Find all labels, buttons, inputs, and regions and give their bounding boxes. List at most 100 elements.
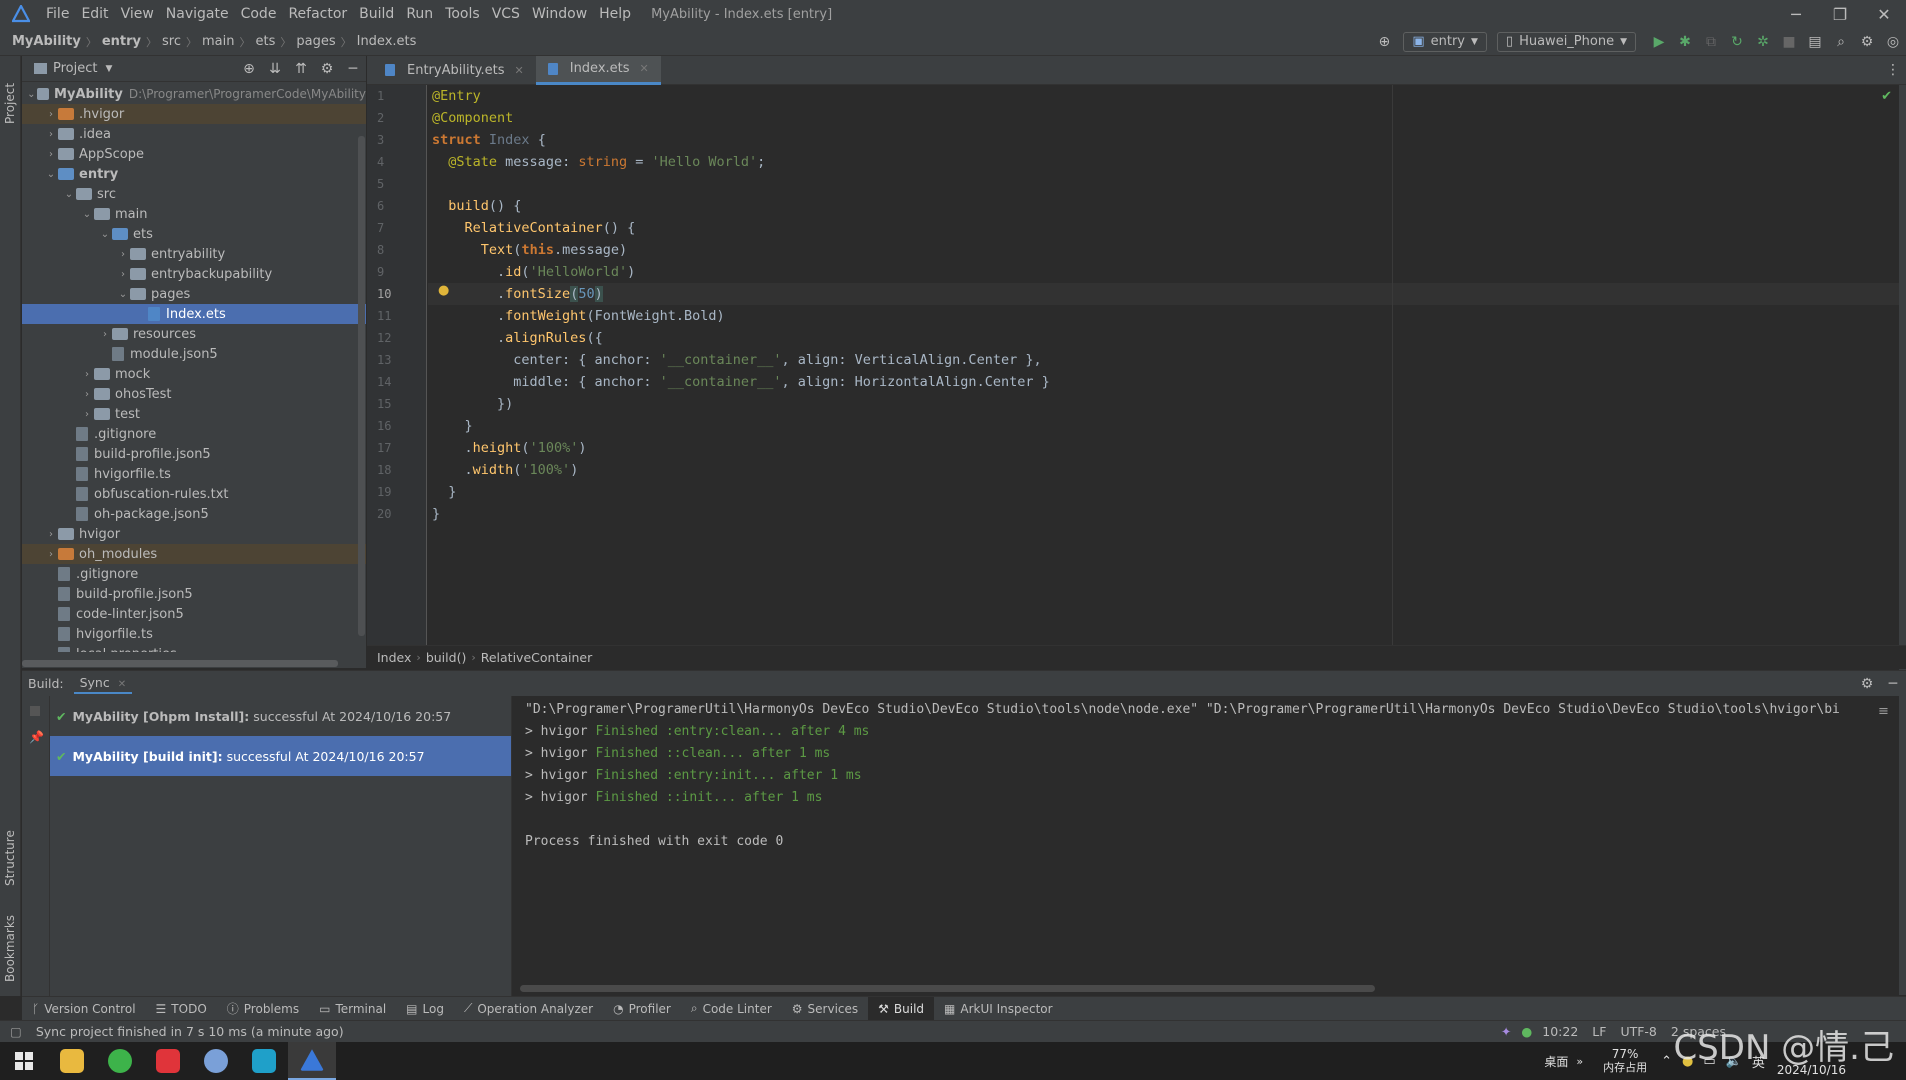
menu-navigate[interactable]: Navigate bbox=[160, 0, 235, 28]
project-tree-item[interactable]: › oh_modules bbox=[22, 544, 366, 564]
inspection-ok-icon[interactable]: ✔ bbox=[1881, 89, 1892, 104]
memory-indicator[interactable]: 77% 内存占用 bbox=[1603, 1047, 1647, 1075]
editor-tab[interactable]: Index.ets ✕ bbox=[535, 55, 661, 85]
build-console[interactable]: "D:\Programer\ProgramerUtil\HarmonyOs De… bbox=[513, 696, 1876, 996]
menu-window[interactable]: Window bbox=[526, 0, 593, 28]
hide-panel-icon[interactable]: ─ bbox=[340, 61, 366, 77]
menu-view[interactable]: View bbox=[115, 0, 160, 28]
stop-icon[interactable] bbox=[30, 706, 40, 716]
build-result-item[interactable]: ✔ MyAbility [Ohpm Install]: successful At … bbox=[50, 696, 511, 736]
project-tree-item[interactable]: › entrybackupability bbox=[22, 264, 366, 284]
debug-icon[interactable]: ✱ bbox=[1672, 34, 1698, 50]
breadcrumb-item[interactable]: MyAbility bbox=[12, 34, 81, 49]
locate-icon[interactable]: ⊕ bbox=[236, 61, 262, 77]
project-tree-item[interactable]: code-linter.json5 bbox=[22, 604, 366, 624]
tab-sync[interactable]: Sync ✕ bbox=[73, 673, 133, 694]
project-tree-item[interactable]: local.properties bbox=[22, 644, 366, 652]
close-icon[interactable]: ✕ bbox=[1862, 5, 1906, 24]
device-manager-icon[interactable]: ▤ bbox=[1802, 34, 1828, 50]
project-tree-item[interactable]: .gitignore bbox=[22, 424, 366, 444]
module-select[interactable]: ▣ entry ▼ bbox=[1403, 31, 1487, 52]
chevron-right-icon[interactable]: › bbox=[44, 129, 58, 140]
breadcrumb-item[interactable]: main bbox=[202, 34, 234, 49]
minimize-icon[interactable]: ─ bbox=[1774, 5, 1818, 24]
project-tree-item[interactable]: › ohosTest bbox=[22, 384, 366, 404]
run-icon[interactable]: ▶ bbox=[1646, 34, 1672, 50]
chevron-down-icon[interactable]: ⌄ bbox=[26, 89, 37, 100]
project-tool-button[interactable]: Project bbox=[3, 64, 17, 124]
chevron-right-icon[interactable]: › bbox=[44, 549, 58, 560]
menu-build[interactable]: Build bbox=[353, 0, 400, 28]
project-tree-item[interactable]: obfuscation-rules.txt bbox=[22, 484, 366, 504]
pin-icon[interactable]: 📌 bbox=[29, 730, 49, 744]
project-tree-item[interactable]: › resources bbox=[22, 324, 366, 344]
windows-start-button[interactable] bbox=[0, 1042, 48, 1080]
more-vertical-icon[interactable]: ⋮ bbox=[1880, 62, 1906, 78]
tool-window-build[interactable]: ⚒ Build bbox=[868, 996, 935, 1021]
chevron-right-icon[interactable]: » bbox=[1576, 1055, 1583, 1068]
project-tree-item[interactable]: ⌄ MyAbility D:\Programer\ProgramerCode\MyA… bbox=[22, 84, 366, 104]
menu-help[interactable]: Help bbox=[593, 0, 637, 28]
project-tree-item[interactable]: › AppScope bbox=[22, 144, 366, 164]
menu-code[interactable]: Code bbox=[235, 0, 283, 28]
chevron-right-icon[interactable]: › bbox=[80, 369, 94, 380]
vertical-scrollbar[interactable] bbox=[358, 136, 365, 636]
ai-assistant-icon[interactable]: ✦ bbox=[1501, 1024, 1511, 1039]
horizontal-scrollbar[interactable] bbox=[22, 660, 338, 667]
chevron-right-icon[interactable]: › bbox=[116, 269, 130, 280]
status-panel-icon[interactable]: ▢ bbox=[10, 1024, 22, 1039]
chevron-down-icon[interactable]: ⌄ bbox=[44, 169, 58, 180]
taskbar-app-green[interactable] bbox=[96, 1042, 144, 1080]
bookmarks-tool-button[interactable]: Bookmarks bbox=[3, 902, 17, 982]
chevron-right-icon[interactable]: › bbox=[116, 249, 130, 260]
project-tree-item[interactable]: ⌄ main bbox=[22, 204, 366, 224]
soft-wrap-icon[interactable]: ≡ bbox=[1878, 704, 1889, 719]
project-tree-item[interactable]: .gitignore bbox=[22, 564, 366, 584]
tray-expand-icon[interactable]: ⌃ bbox=[1661, 1054, 1672, 1069]
tool-window-code-linter[interactable]: ⌕ Code Linter bbox=[681, 997, 782, 1021]
project-tree-item[interactable]: › .idea bbox=[22, 124, 366, 144]
hide-panel-icon[interactable]: ─ bbox=[1880, 676, 1906, 692]
taskbar-file-explorer[interactable] bbox=[48, 1042, 96, 1080]
menu-run[interactable]: Run bbox=[400, 0, 439, 28]
tool-window-profiler[interactable]: ◔ Profiler bbox=[603, 997, 681, 1021]
tool-window-terminal[interactable]: ▭ Terminal bbox=[309, 997, 396, 1021]
lightbulb-icon[interactable]: ● bbox=[438, 283, 449, 298]
chevron-right-icon[interactable]: › bbox=[80, 389, 94, 400]
project-tree-item[interactable]: module.json5 bbox=[22, 344, 366, 364]
target-icon[interactable]: ⊕ bbox=[1371, 34, 1397, 50]
close-icon[interactable]: ✕ bbox=[118, 679, 126, 690]
editor-tab[interactable]: EntryAbility.ets ✕ bbox=[373, 56, 536, 85]
settings-gear-icon[interactable]: ⚙ bbox=[1854, 676, 1880, 692]
project-tree-item[interactable]: hvigorfile.ts bbox=[22, 464, 366, 484]
taskbar-desktop[interactable]: 桌面 bbox=[1544, 1053, 1568, 1070]
device-select[interactable]: ▯ Huawei_Phone ▼ bbox=[1496, 31, 1636, 52]
project-tree-item[interactable]: › test bbox=[22, 404, 366, 424]
taskbar-app-pinwheel[interactable] bbox=[240, 1042, 288, 1080]
breadcrumb-item[interactable]: Index.ets bbox=[357, 34, 417, 49]
code-editor[interactable]: @Entry @Component struct Index { @State … bbox=[428, 85, 1906, 645]
status-message[interactable]: Sync project finished in 7 s 10 ms (a mi… bbox=[36, 1024, 344, 1039]
profile-icon[interactable]: ✲ bbox=[1750, 34, 1776, 50]
tool-window-version-control[interactable]: ᚴ Version Control bbox=[22, 997, 146, 1021]
expand-all-icon[interactable]: ⇊ bbox=[262, 61, 288, 77]
collapse-all-icon[interactable]: ⇈ bbox=[288, 61, 314, 77]
console-horizontal-scrollbar[interactable] bbox=[520, 985, 1375, 992]
menu-refactor[interactable]: Refactor bbox=[282, 0, 353, 28]
project-tree-item[interactable]: build-profile.json5 bbox=[22, 584, 366, 604]
project-tree-item[interactable]: › entryability bbox=[22, 244, 366, 264]
attach-debugger-icon[interactable]: ⧉ bbox=[1698, 34, 1724, 50]
settings-gear-icon[interactable]: ⚙ bbox=[314, 61, 340, 77]
chevron-right-icon[interactable]: › bbox=[98, 329, 112, 340]
project-tree-item[interactable]: › hvigor bbox=[22, 524, 366, 544]
tool-window-operation-analyzer[interactable]: ⟋ Operation Analyzer bbox=[454, 997, 603, 1021]
project-tree-item[interactable]: hvigorfile.ts bbox=[22, 624, 366, 644]
status-encoding[interactable]: UTF-8 bbox=[1620, 1024, 1656, 1039]
breadcrumb-item[interactable]: pages bbox=[296, 34, 335, 49]
chevron-down-icon[interactable]: ▼ bbox=[105, 64, 112, 74]
chevron-right-icon[interactable]: › bbox=[80, 409, 94, 420]
chevron-down-icon[interactable]: ⌄ bbox=[80, 209, 94, 220]
menu-tools[interactable]: Tools bbox=[439, 0, 486, 28]
taskbar-deveco-studio[interactable] bbox=[288, 1042, 336, 1080]
breadcrumb-item[interactable]: entry bbox=[102, 34, 141, 49]
